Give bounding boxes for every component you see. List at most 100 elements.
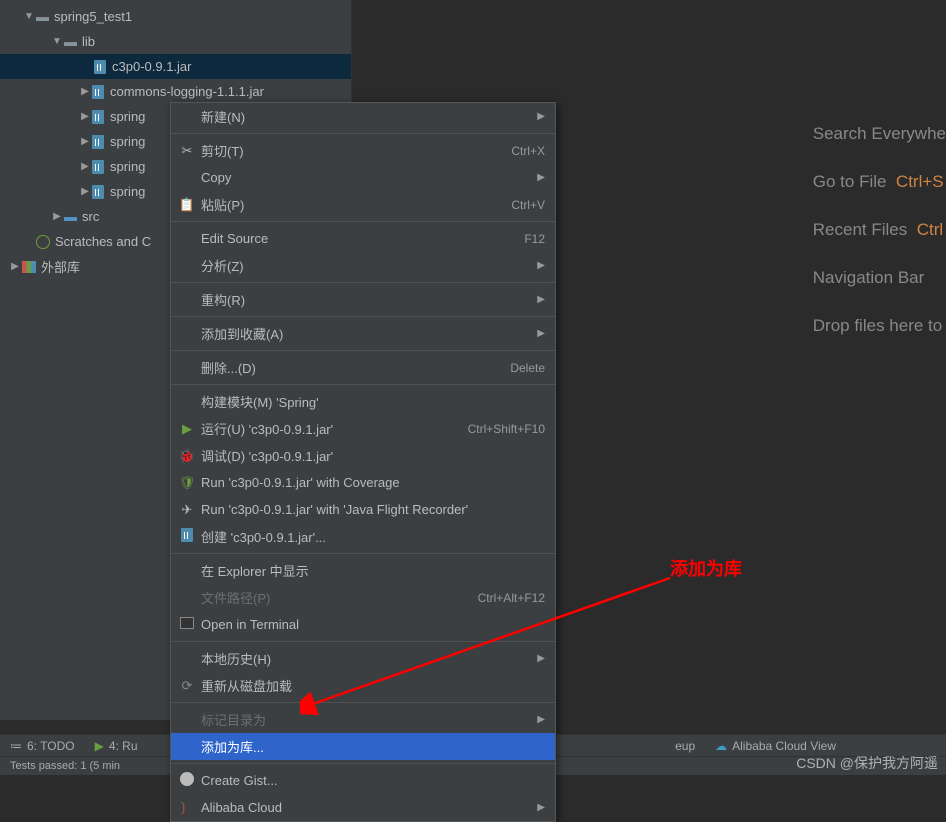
jar-icon <box>92 185 104 199</box>
tool-eup[interactable]: eup <box>665 739 705 753</box>
shortcut-label: Ctrl+Alt+F12 <box>478 591 545 605</box>
menu-coverage[interactable]: 🛡Run 'c3p0-0.9.1.jar' with Coverage <box>171 469 555 496</box>
tree-row-project[interactable]: ▬ spring5_test1 <box>0 4 351 29</box>
status-text: Tests passed: 1 (5 min <box>10 760 120 772</box>
chevron-right-icon[interactable] <box>78 186 92 197</box>
clipboard-icon: 📋 <box>177 197 197 213</box>
chevron-right-icon: ▶ <box>537 294 545 305</box>
context-menu: 新建(N)▶ ✂剪切(T)Ctrl+X Copy▶ 📋粘贴(P)Ctrl+V E… <box>170 102 556 822</box>
menu-create[interactable]: 创建 'c3p0-0.9.1.jar'... <box>171 523 555 550</box>
menu-paste[interactable]: 📋粘贴(P)Ctrl+V <box>171 191 555 218</box>
menu-separator <box>171 316 555 317</box>
lib-folder: lib <box>82 34 95 49</box>
jar-file: spring <box>110 134 145 149</box>
tree-row-lib[interactable]: ▬ lib <box>0 29 351 54</box>
shortcut-label: F12 <box>524 232 545 246</box>
chevron-down-icon[interactable] <box>22 11 36 22</box>
source-folder-icon: ▬ <box>64 209 77 224</box>
hint-nav: Navigation Bar <box>813 268 925 287</box>
shortcut-label: Ctrl+X <box>511 144 545 158</box>
jar-icon <box>92 135 104 149</box>
menu-build[interactable]: 构建模块(M) 'Spring' <box>171 388 555 415</box>
menu-markdir[interactable]: 标记目录为▶ <box>171 706 555 733</box>
chevron-right-icon: ▶ <box>537 328 545 339</box>
menu-explorer[interactable]: 在 Explorer 中显示 <box>171 557 555 584</box>
reload-icon: ⟳ <box>177 678 197 694</box>
src-folder: src <box>82 209 99 224</box>
menu-terminal[interactable]: Open in Terminal <box>171 611 555 638</box>
jar-file: spring <box>110 184 145 199</box>
chevron-right-icon: ▶ <box>537 172 545 183</box>
tree-row-jar[interactable]: commons-logging-1.1.1.jar <box>0 79 351 104</box>
chevron-right-icon[interactable] <box>78 86 92 97</box>
tool-alibaba-cloud[interactable]: ☁Alibaba Cloud View <box>705 739 846 753</box>
menu-copy[interactable]: Copy▶ <box>171 164 555 191</box>
shield-icon: 🛡 <box>177 475 197 491</box>
menu-debug[interactable]: 🐞调试(D) 'c3p0-0.9.1.jar' <box>171 442 555 469</box>
bug-icon: 🐞 <box>177 448 197 464</box>
chevron-right-icon: ▶ <box>537 111 545 122</box>
menu-analyze[interactable]: 分析(Z)▶ <box>171 252 555 279</box>
shortcut-label: Delete <box>510 361 545 375</box>
jar-icon <box>92 160 104 174</box>
jar-icon <box>177 528 197 545</box>
chevron-right-icon: ▶ <box>537 653 545 664</box>
ext-lib-label: 外部库 <box>41 257 80 276</box>
scissors-icon: ✂ <box>177 143 197 159</box>
watermark: CSDN @保护我方阿遥 <box>796 753 938 773</box>
jar-file: commons-logging-1.1.1.jar <box>110 84 264 99</box>
menu-separator <box>171 221 555 222</box>
chevron-right-icon: ▶ <box>537 260 545 271</box>
tool-todo[interactable]: ≔6: TODO <box>0 739 85 753</box>
jar-file: spring <box>110 159 145 174</box>
menu-new[interactable]: 新建(N)▶ <box>171 103 555 130</box>
menu-reload[interactable]: ⟳重新从磁盘加载 <box>171 672 555 699</box>
folder-icon: ▬ <box>36 9 49 24</box>
menu-separator <box>171 350 555 351</box>
menu-separator <box>171 553 555 554</box>
chevron-down-icon[interactable] <box>50 36 64 47</box>
menu-filepath[interactable]: 文件路径(P)Ctrl+Alt+F12 <box>171 584 555 611</box>
chevron-right-icon[interactable] <box>50 211 64 222</box>
terminal-icon <box>177 617 197 632</box>
menu-separator <box>171 641 555 642</box>
chevron-right-icon: ▶ <box>537 714 545 725</box>
annotation-label: 添加为库 <box>670 555 742 581</box>
tree-row-jar[interactable]: c3p0-0.9.1.jar <box>0 54 351 79</box>
menu-favorites[interactable]: 添加到收藏(A)▶ <box>171 320 555 347</box>
chevron-right-icon[interactable] <box>8 261 22 272</box>
menu-jfr[interactable]: ✈Run 'c3p0-0.9.1.jar' with 'Java Flight … <box>171 496 555 523</box>
chevron-right-icon[interactable] <box>78 136 92 147</box>
shortcut-label: Ctrl+Shift+F10 <box>468 422 545 436</box>
welcome-hints: Search Everywhe Go to File Ctrl+S Recent… <box>813 110 946 350</box>
chevron-right-icon[interactable] <box>78 161 92 172</box>
menu-delete[interactable]: 删除...(D)Delete <box>171 354 555 381</box>
scratches-label: Scratches and C <box>55 234 151 249</box>
alibaba-icon: 〕 <box>177 798 197 817</box>
hint-recent-shortcut: Ctrl <box>917 220 943 239</box>
hint-drop: Drop files here to <box>813 316 942 335</box>
menu-refactor[interactable]: 重构(R)▶ <box>171 286 555 313</box>
menu-separator <box>171 282 555 283</box>
menu-history[interactable]: 本地历史(H)▶ <box>171 645 555 672</box>
hint-goto-shortcut: Ctrl+S <box>896 172 944 191</box>
folder-icon: ▬ <box>64 34 77 49</box>
menu-create-gist[interactable]: Create Gist... <box>171 767 555 794</box>
menu-separator <box>171 763 555 764</box>
jar-icon <box>92 110 104 124</box>
tool-run[interactable]: ▶4: Ru <box>85 739 148 753</box>
cloud-icon: ☁ <box>715 739 727 753</box>
menu-run[interactable]: ▶运行(U) 'c3p0-0.9.1.jar'Ctrl+Shift+F10 <box>171 415 555 442</box>
scratches-icon <box>36 235 50 249</box>
project-name: spring5_test1 <box>54 9 132 24</box>
shortcut-label: Ctrl+V <box>511 198 545 212</box>
menu-separator <box>171 384 555 385</box>
chevron-right-icon: ▶ <box>537 802 545 813</box>
jar-file: spring <box>110 109 145 124</box>
menu-add-as-library[interactable]: 添加为库... <box>171 733 555 760</box>
menu-alibaba[interactable]: 〕Alibaba Cloud▶ <box>171 794 555 821</box>
menu-edit-source[interactable]: Edit SourceF12 <box>171 225 555 252</box>
menu-cut[interactable]: ✂剪切(T)Ctrl+X <box>171 137 555 164</box>
chevron-right-icon[interactable] <box>78 111 92 122</box>
hint-recent: Recent Files <box>813 220 907 239</box>
